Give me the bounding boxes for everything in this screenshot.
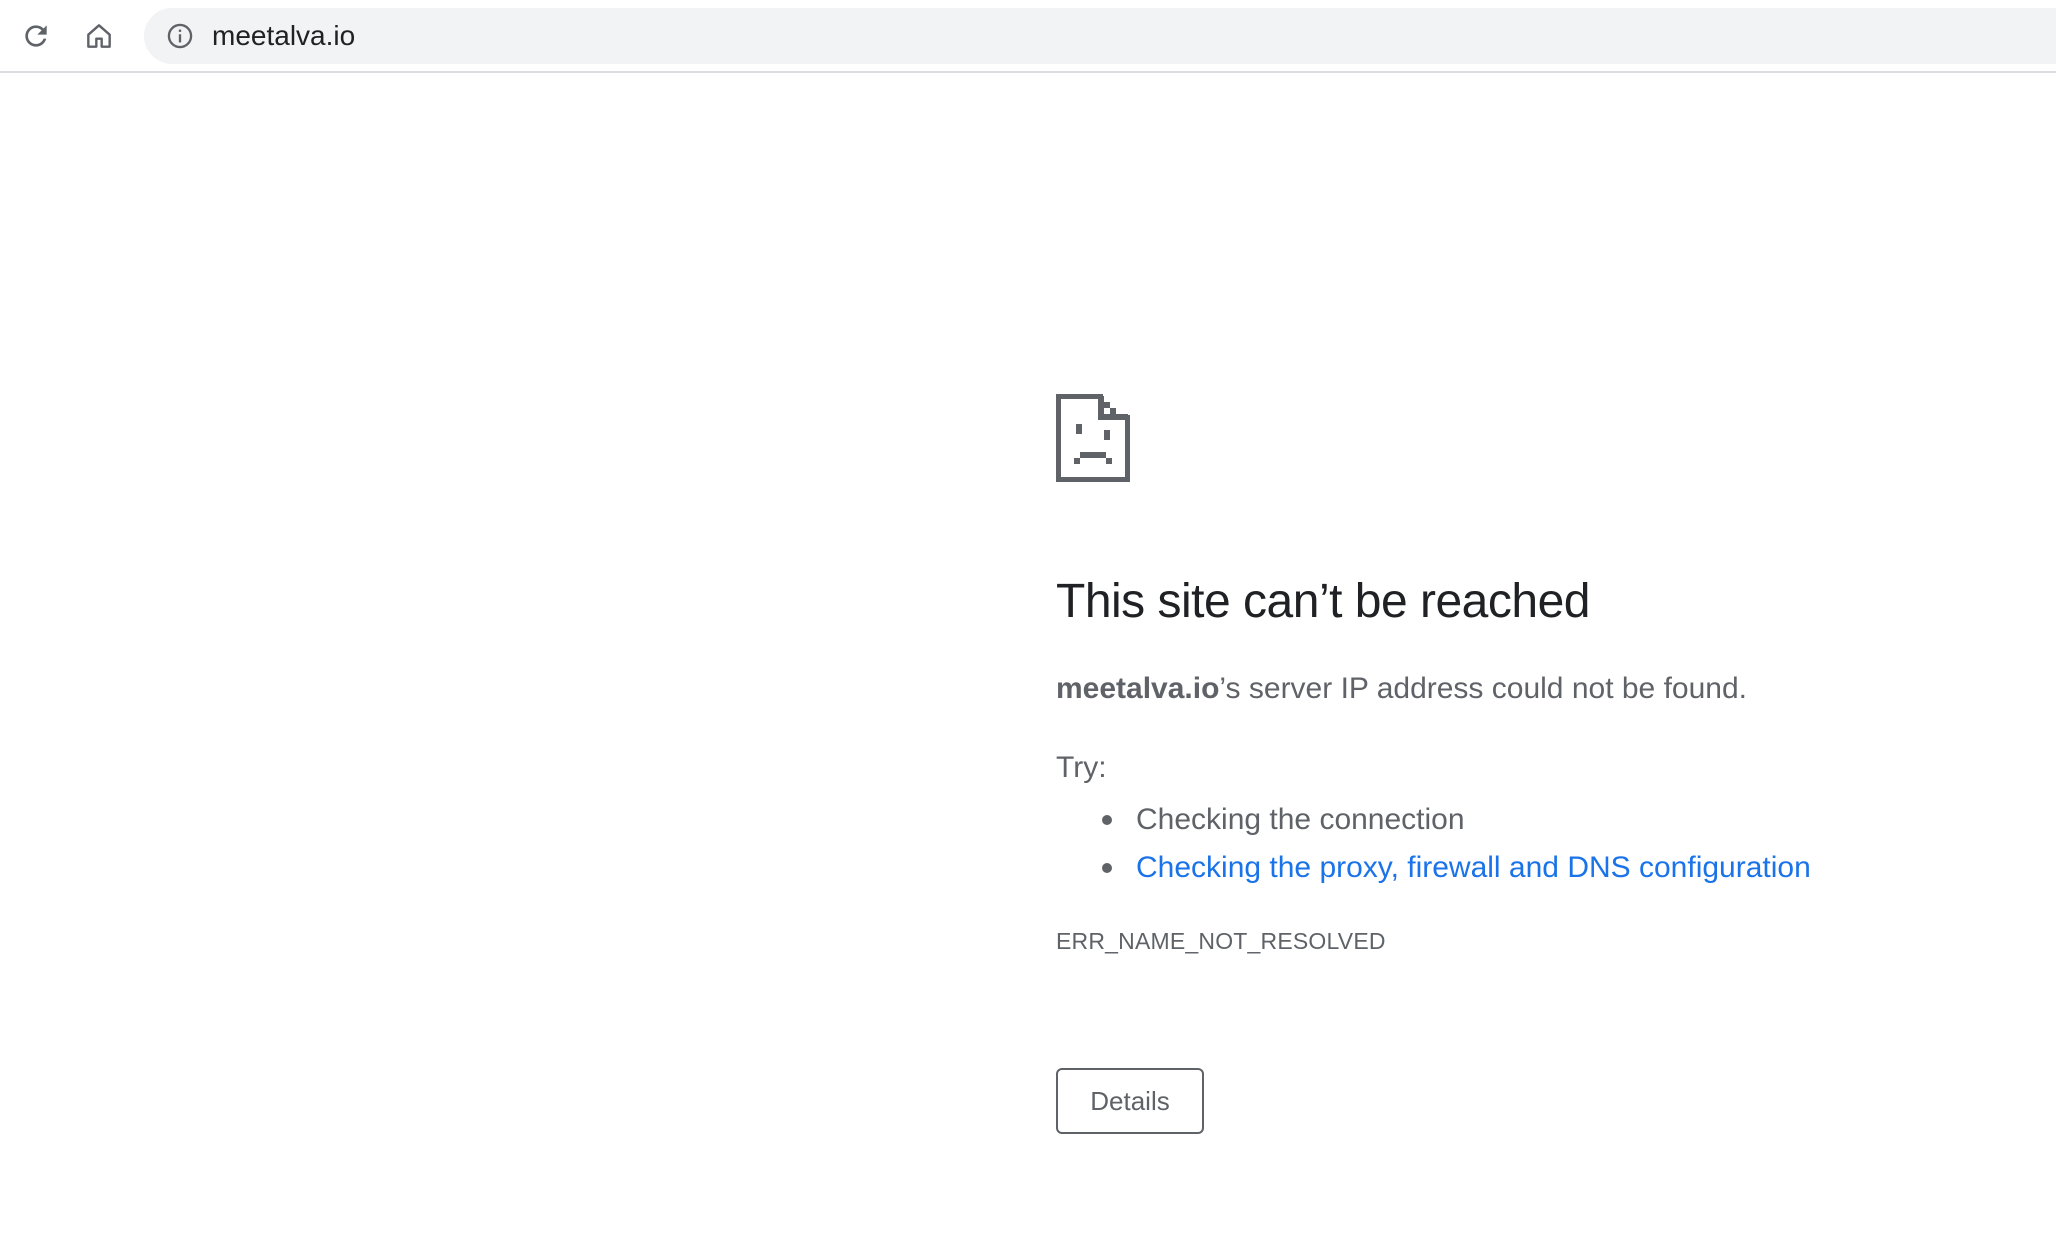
error-summary-text: ’s server IP address could not be found. bbox=[1219, 672, 1747, 705]
error-code: ERR_NAME_NOT_RESOLVED bbox=[1056, 928, 1386, 954]
info-icon[interactable] bbox=[166, 22, 194, 50]
reload-button[interactable] bbox=[14, 14, 58, 58]
details-button[interactable]: Details bbox=[1056, 1068, 1204, 1134]
bullet-icon bbox=[1102, 815, 1112, 825]
error-summary: meetalva.io’s server IP address could no… bbox=[1056, 672, 1747, 706]
home-icon bbox=[87, 24, 111, 48]
home-button[interactable] bbox=[77, 14, 121, 58]
sad-document-icon bbox=[1056, 394, 1130, 482]
url-text[interactable]: meetalva.io bbox=[212, 8, 355, 64]
bullet-icon bbox=[1102, 863, 1112, 873]
suggestion-item: Checking the connection bbox=[1056, 796, 1811, 844]
error-heading: This site can’t be reached bbox=[1056, 575, 1590, 628]
try-label: Try: bbox=[1056, 751, 1107, 784]
suggestion-item: Checking the proxy, firewall and DNS con… bbox=[1056, 844, 1811, 892]
error-host: meetalva.io bbox=[1056, 672, 1220, 705]
suggestions-list: Checking the connection Checking the pro… bbox=[1056, 796, 1811, 892]
suggestion-check-connection: Checking the connection bbox=[1136, 803, 1465, 836]
address-bar[interactable]: meetalva.io bbox=[144, 8, 2056, 64]
suggestion-proxy-link[interactable]: Checking the proxy, firewall and DNS con… bbox=[1136, 851, 1811, 884]
browser-toolbar: meetalva.io bbox=[0, 0, 2056, 73]
reload-icon bbox=[25, 25, 47, 47]
